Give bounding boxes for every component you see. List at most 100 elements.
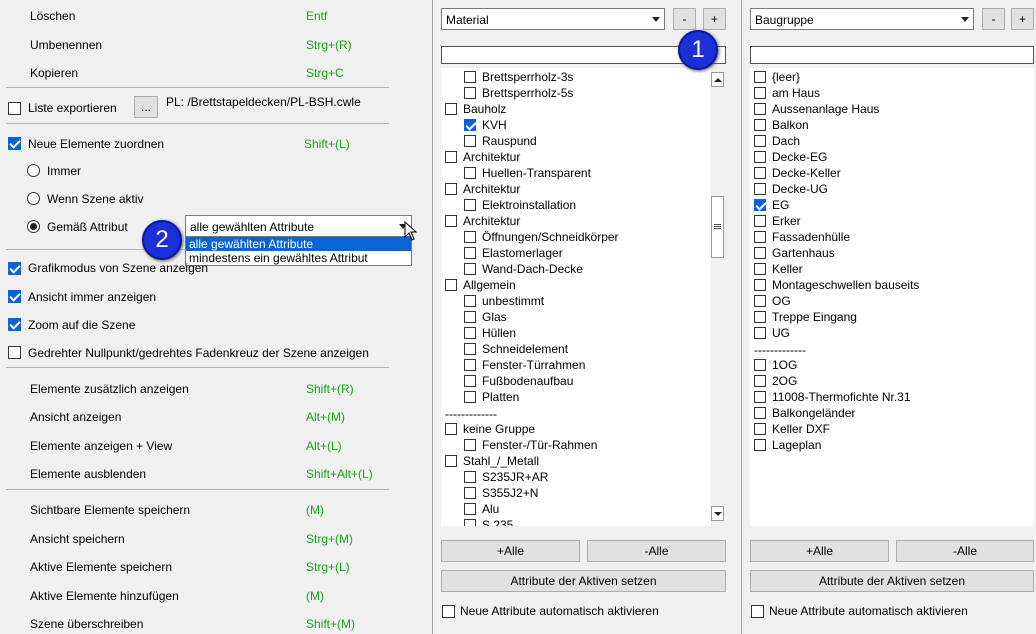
menu-add-active[interactable]: Aktive Elemente hinzufügen	[30, 589, 179, 603]
baugruppe-item-checkbox[interactable]	[754, 167, 766, 179]
baugruppe-item-label: Decke-Keller	[772, 166, 841, 180]
menu-overwrite-scene[interactable]: Szene überschreiben	[30, 617, 143, 631]
baugruppe-item-checkbox[interactable]	[754, 183, 766, 195]
material-item-checkbox[interactable]	[464, 519, 476, 526]
material-item-checkbox[interactable]	[464, 327, 476, 339]
material-scrollbar[interactable]	[711, 68, 724, 526]
baugruppe-item-checkbox[interactable]	[754, 103, 766, 115]
material-item-checkbox[interactable]	[464, 135, 476, 147]
baugruppe-item-checkbox[interactable]	[754, 391, 766, 403]
menu-save-active[interactable]: Aktive Elemente speichern	[30, 560, 172, 574]
material-item-checkbox[interactable]	[445, 455, 457, 467]
material-item-checkbox[interactable]	[445, 103, 457, 115]
material-item-checkbox[interactable]	[464, 439, 476, 451]
baugruppe-item-checkbox[interactable]	[754, 423, 766, 435]
material-list: Brettsperrholz-3s Brettsperrholz-5s Bauhol…	[441, 68, 711, 526]
material-item-checkbox[interactable]	[464, 247, 476, 259]
baugruppe-set-attributes-button[interactable]: Attribute der Aktiven setzen	[750, 570, 1034, 592]
material-item-checkbox[interactable]	[464, 87, 476, 99]
menu-show-elements-view[interactable]: Elemente anzeigen + View	[30, 439, 172, 453]
baugruppe-item-checkbox[interactable]	[754, 71, 766, 83]
baugruppe-item-checkbox[interactable]	[754, 199, 766, 211]
material-item-checkbox[interactable]	[464, 231, 476, 243]
dropdown-option-selected[interactable]: alle gewählten Attribute	[186, 237, 411, 251]
always-show-view-checkbox[interactable]	[8, 290, 21, 303]
baugruppe-item-checkbox[interactable]	[754, 279, 766, 291]
material-item-checkbox[interactable]	[445, 423, 457, 435]
scroll-up-icon[interactable]	[711, 72, 724, 87]
baugruppe-item-checkbox[interactable]	[754, 151, 766, 163]
baugruppe-item-checkbox[interactable]	[754, 263, 766, 275]
baugruppe-item-checkbox[interactable]	[754, 439, 766, 451]
material-item-checkbox[interactable]	[464, 487, 476, 499]
baugruppe-item-checkbox[interactable]	[754, 215, 766, 227]
material-item-checkbox[interactable]	[464, 119, 476, 131]
export-list-checkbox[interactable]	[8, 102, 21, 115]
radio-scene-active[interactable]	[27, 192, 40, 205]
material-item-checkbox[interactable]	[464, 263, 476, 275]
material-item-checkbox[interactable]	[445, 279, 457, 291]
menu-rename[interactable]: Umbenennen	[30, 38, 102, 52]
zoom-scene-checkbox[interactable]	[8, 318, 21, 331]
shortcut-save-active: Strg+(L)	[306, 560, 350, 574]
material-select-all-button[interactable]: +Alle	[441, 540, 580, 562]
menu-hide-elements[interactable]: Elemente ausblenden	[30, 467, 146, 481]
baugruppe-item-checkbox[interactable]	[754, 407, 766, 419]
radio-always[interactable]	[27, 164, 40, 177]
baugruppe-search-input[interactable]	[750, 46, 1034, 64]
material-item-checkbox[interactable]	[445, 183, 457, 195]
baugruppe-combo[interactable]: Baugruppe	[750, 8, 974, 30]
material-item-checkbox[interactable]	[464, 199, 476, 211]
material-item-checkbox[interactable]	[464, 311, 476, 323]
material-auto-activate-checkbox[interactable]	[442, 605, 455, 618]
baugruppe-item-checkbox[interactable]	[754, 327, 766, 339]
rotated-origin-checkbox[interactable]	[8, 346, 21, 359]
material-set-attributes-button[interactable]: Attribute der Aktiven setzen	[441, 570, 726, 592]
baugruppe-deselect-all-button[interactable]: -Alle	[896, 540, 1034, 562]
baugruppe-item-checkbox[interactable]	[754, 295, 766, 307]
menu-save-visible[interactable]: Sichtbare Elemente speichern	[30, 503, 190, 517]
baugruppe-item-checkbox[interactable]	[754, 375, 766, 387]
baugruppe-select-all-button[interactable]: +Alle	[750, 540, 889, 562]
baugruppe-item-checkbox[interactable]	[754, 359, 766, 371]
material-plus-button[interactable]: +	[703, 8, 726, 30]
browse-button[interactable]: ...	[134, 96, 158, 118]
assign-new-elements-checkbox[interactable]	[8, 137, 21, 150]
graphics-mode-checkbox[interactable]	[8, 262, 21, 275]
baugruppe-item-checkbox[interactable]	[754, 119, 766, 131]
material-item-checkbox[interactable]	[445, 151, 457, 163]
material-item-checkbox[interactable]	[464, 391, 476, 403]
material-item-checkbox[interactable]	[464, 359, 476, 371]
dropdown-option[interactable]: mindestens ein gewähltes Attribut	[186, 251, 411, 265]
menu-delete[interactable]: Löschen	[30, 9, 75, 23]
material-minus-button[interactable]: -	[673, 8, 696, 30]
baugruppe-item-checkbox[interactable]	[754, 231, 766, 243]
scroll-thumb[interactable]	[711, 196, 724, 258]
material-item-checkbox[interactable]	[445, 215, 457, 227]
material-deselect-all-button[interactable]: -Alle	[587, 540, 726, 562]
baugruppe-item-checkbox[interactable]	[754, 87, 766, 99]
attribute-mode-combo[interactable]: alle gewählten Attribute	[185, 215, 412, 237]
menu-show-additional[interactable]: Elemente zusätzlich anzeigen	[30, 382, 189, 396]
baugruppe-minus-button[interactable]: -	[982, 8, 1005, 30]
radio-by-attribute[interactable]	[27, 220, 40, 233]
menu-copy[interactable]: Kopieren	[30, 66, 78, 80]
menu-show-view[interactable]: Ansicht anzeigen	[30, 410, 121, 424]
baugruppe-auto-activate-checkbox[interactable]	[751, 605, 764, 618]
baugruppe-plus-button[interactable]: +	[1011, 8, 1034, 30]
baugruppe-item-checkbox[interactable]	[754, 135, 766, 147]
chevron-down-icon[interactable]	[652, 17, 660, 22]
material-item-checkbox[interactable]	[464, 295, 476, 307]
menu-save-view[interactable]: Ansicht speichern	[30, 532, 125, 546]
material-item-checkbox[interactable]	[464, 167, 476, 179]
material-item-checkbox[interactable]	[464, 503, 476, 515]
baugruppe-item-checkbox[interactable]	[754, 247, 766, 259]
chevron-down-icon[interactable]	[961, 17, 969, 22]
baugruppe-item-checkbox[interactable]	[754, 311, 766, 323]
material-item-checkbox[interactable]	[464, 375, 476, 387]
material-item-checkbox[interactable]	[464, 471, 476, 483]
material-item-checkbox[interactable]	[464, 71, 476, 83]
scroll-down-icon[interactable]	[711, 506, 724, 521]
material-combo[interactable]: Material	[441, 8, 665, 30]
material-item-checkbox[interactable]	[464, 343, 476, 355]
